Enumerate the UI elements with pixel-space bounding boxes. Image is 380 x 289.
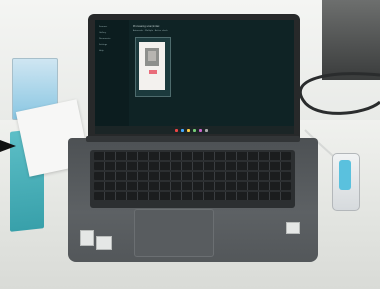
arrow-right-icon [0,140,16,152]
document-image-inner [148,51,156,61]
sidebar-item-documents[interactable]: Documents [99,38,110,40]
taskbar-app-icon[interactable] [193,129,196,132]
taskbar-app-icon[interactable] [199,129,202,132]
page-subtitle: Automatic · Multiple · Active check [133,30,168,32]
keyboard-row [94,182,291,190]
keyboard-row [94,172,291,180]
sidebar-item-help[interactable]: Help [99,50,104,52]
sidebar-item-scanner[interactable]: Scanner [99,26,107,28]
laptop-screen: Scanner Gallery Documents Settings Help … [95,20,294,134]
sidebar-item-gallery[interactable]: Gallery [99,32,106,34]
keyboard-row [94,152,291,160]
sticker [286,222,300,234]
taskbar-app-icon[interactable] [181,129,184,132]
document-accent-mark [149,70,157,74]
app-sidebar: Scanner Gallery Documents Settings Help [95,20,129,134]
sidebar-item-settings[interactable]: Settings [99,44,107,46]
trackpad [134,209,214,257]
laptop-hinge [86,136,300,142]
keyboard-row [94,162,291,170]
taskbar-app-icon[interactable] [175,129,178,132]
page-title: Processing scan/index [133,25,160,28]
taskbar-app-icon[interactable] [187,129,190,132]
sticker [80,230,94,246]
sticker [96,236,112,250]
usb-device-window [339,160,351,190]
taskbar-app-icon[interactable] [205,129,208,132]
keyboard-row [94,192,291,200]
